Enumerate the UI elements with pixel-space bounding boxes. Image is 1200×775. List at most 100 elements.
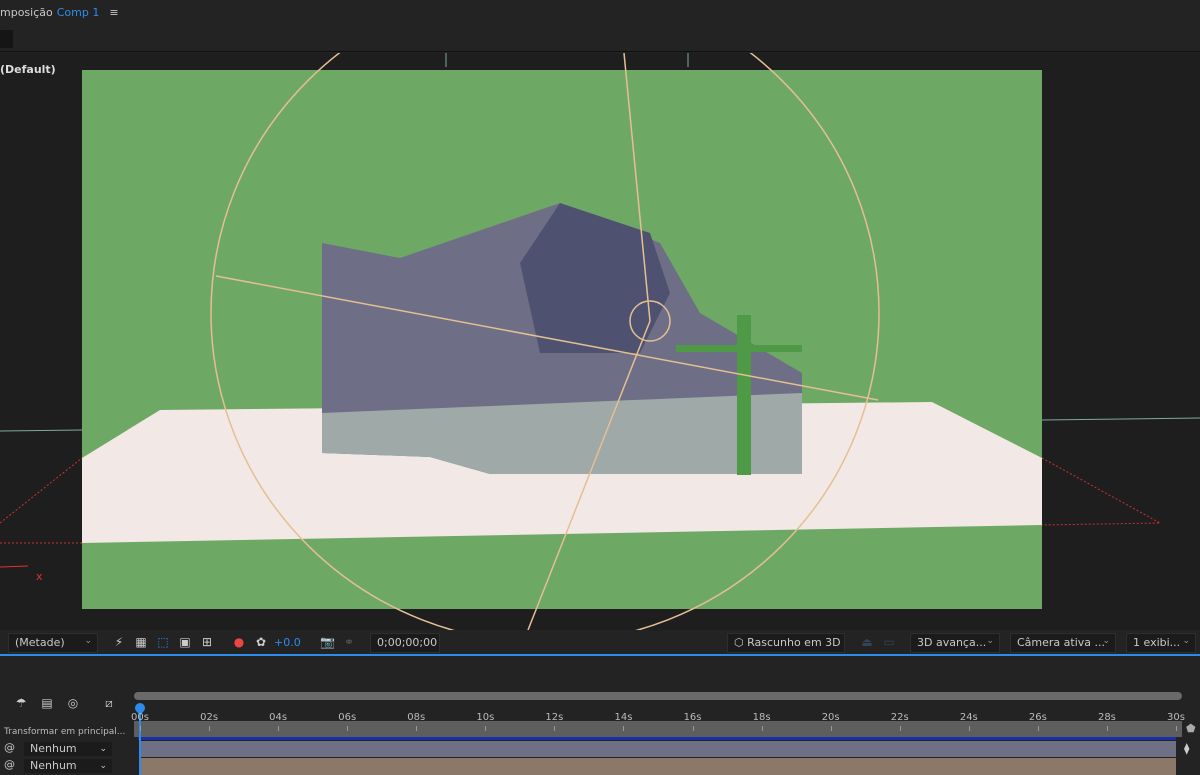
mannequin-arms <box>676 345 802 352</box>
time-ruler-tick <box>209 726 210 731</box>
composition-panel-header: mposição Comp 1 ≡ <box>0 0 1200 28</box>
time-ruler-tick <box>1176 726 1177 731</box>
channel-icon[interactable]: ● <box>232 635 246 649</box>
time-ruler-label: 04s <box>269 712 287 723</box>
scene-overlay: x <box>0 53 1200 630</box>
time-ruler-label: 30s <box>1167 712 1185 723</box>
time-ruler-tick <box>347 726 348 731</box>
parent-value: Nenhum <box>30 759 77 772</box>
time-ruler-tick <box>554 726 555 731</box>
pickwhip-icon[interactable]: @ <box>4 741 15 754</box>
time-ruler-label: 26s <box>1029 712 1047 723</box>
camera-value: Câmera ativa ... <box>1017 636 1105 649</box>
ground-edge <box>0 458 82 523</box>
mannequin <box>737 315 751 475</box>
time-ruler-tick <box>693 726 694 731</box>
shy-layers-icon[interactable]: ☂ <box>14 696 28 710</box>
time-ruler-label: 12s <box>545 712 563 723</box>
time-ruler-label: 02s <box>200 712 218 723</box>
renderer-value: 3D avança... <box>917 636 986 649</box>
comp-navigator-button[interactable] <box>0 30 13 48</box>
chevron-down-icon: ⌄ <box>1102 636 1110 646</box>
show-snapshot-icon[interactable]: ⚭ <box>342 635 356 649</box>
timecode-display[interactable]: 0;00;00;00 <box>370 633 440 653</box>
layer-row-2: @ Nenhum ⌄ <box>0 758 134 774</box>
viewer-toolbar: (Metade) ⌄ ⚡ ▦ ⬚ ▣ ⊞ ● ✿ +0.0 📷 ⚭ 0;00;00… <box>0 630 1200 656</box>
mask-visibility-icon[interactable]: ⬚ <box>156 635 170 649</box>
grid-line <box>1042 418 1200 420</box>
views-dropdown[interactable]: 1 exibi...⌄ <box>1126 633 1196 653</box>
composition-viewer[interactable]: (Default) x <box>0 53 1200 630</box>
layer-selection-line <box>138 737 1176 740</box>
x-axis-label: x <box>36 570 43 583</box>
time-ruler-label: 06s <box>338 712 356 723</box>
ground-edge <box>1042 458 1160 525</box>
time-ruler-tick <box>762 726 763 731</box>
extended-viewer-icon[interactable]: ⏏ <box>860 635 874 649</box>
time-ruler-label: 16s <box>684 712 702 723</box>
parent-dropdown[interactable]: Nenhum ⌄ <box>24 742 112 756</box>
comp-button-icon[interactable]: ⧫ <box>1184 742 1189 755</box>
comp-marker-icon[interactable]: ⬟ <box>1186 722 1196 735</box>
layer-bar-2[interactable] <box>140 758 1176 775</box>
time-ruler-tick <box>900 726 901 731</box>
time-ruler-tick <box>416 726 417 731</box>
fast-preview-icon[interactable]: ⚡ <box>112 635 126 649</box>
cube-icon: ⬡ <box>734 636 747 649</box>
camera-dropdown[interactable]: Câmera ativa ...⌄ <box>1010 633 1116 653</box>
chevron-down-icon: ⌄ <box>1182 636 1190 646</box>
x-axis-arrow <box>0 566 28 567</box>
chevron-down-icon: ⌄ <box>986 636 994 646</box>
time-ruler-label: 08s <box>407 712 425 723</box>
time-ruler-tick <box>140 726 141 731</box>
time-ruler-tick <box>1038 726 1039 731</box>
resolution-dropdown[interactable]: (Metade) ⌄ <box>8 633 98 653</box>
time-ruler-tick <box>831 726 832 731</box>
frame-blending-icon[interactable]: ▤ <box>40 696 54 710</box>
comp-tab[interactable]: Comp 1 <box>57 6 100 19</box>
time-ruler-label: 10s <box>476 712 494 723</box>
time-ruler-tick <box>278 726 279 731</box>
ground-plane-icon[interactable]: ▭ <box>882 635 896 649</box>
comp-duration-bar[interactable] <box>134 721 1182 737</box>
chevron-down-icon: ⌄ <box>99 759 107 773</box>
parent-value: Nenhum <box>30 742 77 755</box>
comp-subbar <box>0 28 1200 52</box>
time-ruler-label: 18s <box>753 712 771 723</box>
panel-title-label: mposição <box>0 6 53 19</box>
transparency-grid-icon[interactable]: ▦ <box>134 635 148 649</box>
time-ruler-tick <box>969 726 970 731</box>
resolution-value: (Metade) <box>15 636 65 649</box>
chevron-down-icon: ⌄ <box>99 742 107 756</box>
time-ruler-tick <box>485 726 486 731</box>
guides-icon[interactable]: ⊞ <box>200 635 214 649</box>
layer-row-1: @ Nenhum ⌄ <box>0 741 134 757</box>
grid-line <box>0 430 82 431</box>
work-area-bar[interactable] <box>134 692 1182 700</box>
time-ruler-label: 20s <box>822 712 840 723</box>
views-value: 1 exibi... <box>1133 636 1180 649</box>
panel-title[interactable]: mposição Comp 1 ≡ <box>0 6 119 19</box>
exposure-value[interactable]: +0.0 <box>274 636 301 649</box>
renderer-dropdown[interactable]: 3D avança...⌄ <box>910 633 1000 653</box>
motion-blur-icon[interactable]: ◎ <box>66 696 80 710</box>
time-ruler-label: 00s <box>131 712 149 723</box>
time-ruler-label: 28s <box>1098 712 1116 723</box>
time-ruler-tick <box>623 726 624 731</box>
hamburger-icon[interactable]: ≡ <box>109 6 118 19</box>
parent-column-header[interactable]: Transformar em principal... <box>0 724 142 740</box>
exposure-reset-icon[interactable]: ✿ <box>254 635 268 649</box>
pickwhip-icon[interactable]: @ <box>4 758 15 771</box>
region-of-interest-icon[interactable]: ▣ <box>178 635 192 649</box>
draft-3d-label: Rascunho em 3D <box>747 636 841 649</box>
time-ruler-label: 24s <box>960 712 978 723</box>
time-ruler-label: 14s <box>614 712 632 723</box>
snapshot-icon[interactable]: 📷 <box>320 635 334 649</box>
draft-3d-button[interactable]: ⬡ Rascunho em 3D <box>727 633 845 653</box>
layer-bar-1[interactable] <box>140 741 1176 757</box>
time-ruler-tick <box>1107 726 1108 731</box>
parent-dropdown[interactable]: Nenhum ⌄ <box>24 759 112 773</box>
chevron-down-icon: ⌄ <box>84 636 92 646</box>
graph-editor-icon[interactable]: ⧄ <box>102 696 116 710</box>
time-ruler-label: 22s <box>891 712 909 723</box>
